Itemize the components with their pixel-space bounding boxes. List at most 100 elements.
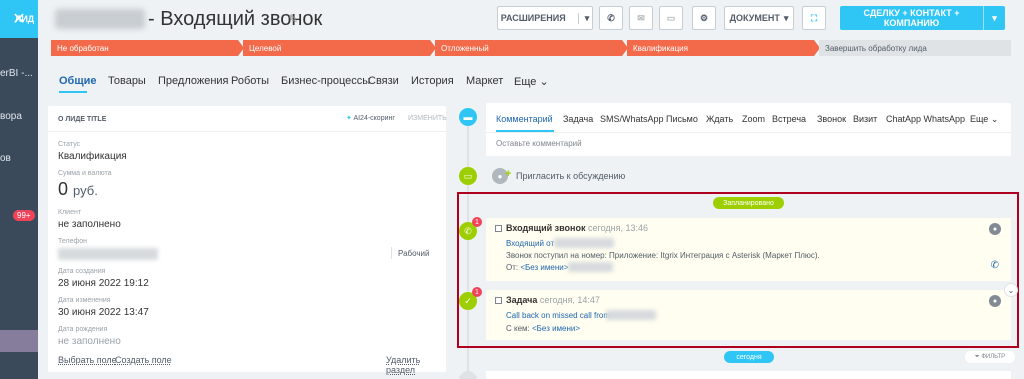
call-title: Входящий звонок сегодня, 13:46 [506, 223, 648, 233]
edit-title-icon[interactable]: ✎ [288, 12, 298, 26]
extensions-label: РАСШИРЕНИЯ [500, 13, 566, 23]
stage-postponed[interactable]: Отложенный [435, 40, 628, 56]
task-checkbox[interactable] [495, 297, 502, 304]
phone-type: Рабочий [398, 249, 430, 258]
phone-icon[interactable]: ✆ [991, 260, 999, 271]
invite-discussion-link[interactable]: Пригласить к обсуждению [516, 171, 625, 181]
chat-icon: ▭ [666, 12, 676, 23]
timeline-item-icon [459, 371, 477, 379]
tab-offers[interactable]: Предложения [158, 75, 229, 87]
task-title: Задача сегодня, 14:47 [506, 295, 600, 305]
call-from-line: Входящий от [506, 239, 554, 248]
editor-tab-comment[interactable]: Комментарий [496, 114, 553, 124]
mail-button[interactable]: ✉ [629, 6, 653, 30]
comment-input[interactable]: Оставьте комментарий [496, 139, 582, 148]
stage-label: Целевой [249, 43, 282, 53]
task-with-line: С кем: <Без имени> [506, 324, 580, 333]
rail-counter-badge: 99+ [13, 210, 35, 221]
modified-label: Дата изменения [58, 297, 111, 304]
call-contact-line: От: <Без имени> [506, 263, 568, 272]
rail-selected-item[interactable] [0, 330, 38, 352]
status-value: Квалификация [58, 151, 127, 162]
phone-button[interactable]: ✆ [599, 6, 623, 30]
rail-top-label: ЛИД [15, 14, 35, 24]
modified-value: 30 июня 2022 13:47 [58, 307, 149, 318]
call-contact-label: От: [506, 263, 519, 272]
create-deal-button[interactable]: СДЕЛКУ + КОНТАКТ + КОМПАНИЮ ▾ [840, 6, 1005, 30]
task-title-text: Задача [506, 295, 538, 305]
fullscreen-icon: ⛶ [810, 12, 818, 23]
tab-more[interactable]: Еще ⌄ [514, 75, 549, 88]
stage-finish[interactable]: Завершить обработку лида [819, 40, 1011, 56]
create-deal-label: СДЕЛКУ + КОНТАКТ + КОМПАНИЮ [863, 8, 960, 28]
fullscreen-button[interactable]: ⛶ [802, 6, 826, 30]
stage-label: Завершить обработку лида [825, 43, 927, 53]
today-label: сегодня [724, 351, 774, 363]
editor-tab-email[interactable]: Письмо [666, 114, 698, 124]
editor-tab-zoom[interactable]: Zoom [742, 114, 765, 124]
editor-tab-visit[interactable]: Визит [853, 114, 877, 124]
chevron-down-icon[interactable]: ⌄ [1004, 283, 1018, 297]
divider [391, 247, 392, 259]
tab-more-label: Еще [514, 76, 537, 88]
tab-products[interactable]: Товары [108, 75, 146, 87]
divider [48, 131, 446, 132]
call-from-prefix[interactable]: Входящий от [506, 239, 554, 248]
tab-history[interactable]: История [411, 75, 454, 87]
filter-label: ФИЛЬТР [981, 354, 1006, 360]
rail-text-1[interactable]: erBI -... [0, 68, 33, 79]
tab-links[interactable]: Связи [368, 75, 399, 87]
tab-business-processes[interactable]: Бизнес-процессы [281, 75, 370, 87]
call-title-text: Входящий звонок [506, 223, 586, 233]
editor-tab-call[interactable]: Звонок [817, 114, 846, 124]
phone-value-blurred [58, 248, 158, 260]
sum-currency: руб. [73, 183, 98, 198]
document-button[interactable]: ДОКУМЕНТ ▾ [724, 6, 794, 30]
timeline-next-card [486, 371, 1011, 379]
chat-button[interactable]: ▭ [659, 6, 683, 30]
tab-general[interactable]: Общие [59, 75, 97, 87]
call-contact-blurred [568, 262, 613, 272]
editor-tab-task[interactable]: Задача [563, 114, 593, 124]
rail-text-2[interactable]: вора [0, 111, 22, 122]
filter-button[interactable]: ⏷ ФИЛЬТР [965, 351, 1015, 363]
tab-robots[interactable]: Роботы [231, 75, 269, 87]
stage-new[interactable]: Не обработан [51, 40, 244, 56]
stage-qualification[interactable]: Квалификация [627, 40, 820, 56]
chevron-down-icon: ▾ [783, 12, 789, 23]
chevron-down-icon: ⌄ [990, 114, 999, 124]
tab-underline [59, 91, 87, 93]
stage-label: Не обработан [57, 43, 109, 53]
created-label: Дата создания [58, 268, 106, 275]
editor-tab-meeting[interactable]: Встреча [772, 114, 806, 124]
editor-tab-more[interactable]: Еще ⌄ [970, 114, 998, 125]
chat-bubble-icon: ▭ [459, 167, 477, 185]
stage-target[interactable]: Целевой [243, 40, 436, 56]
ai-scoring-link[interactable]: ✦ AI24-скоринг [346, 114, 395, 122]
call-time: сегодня, 13:46 [588, 223, 649, 233]
extensions-button[interactable]: РАСШИРЕНИЯ ▾ [497, 6, 593, 30]
create-field-link[interactable]: Создать поле [115, 355, 172, 365]
editor-tab-sms[interactable]: SMS/WhatsApp [600, 114, 664, 124]
rail-text-3[interactable]: ов [0, 153, 11, 164]
ai-icon: ✦ [346, 115, 352, 122]
settings-button[interactable]: ⚙ [692, 6, 716, 30]
delete-section-link[interactable]: Удалить раздел [386, 355, 446, 375]
chevron-down-icon: ▾ [577, 12, 589, 24]
edit-panel-link[interactable]: ИЗМЕНИТЬ [408, 115, 447, 122]
stage-label: Отложенный [441, 43, 489, 53]
select-field-link[interactable]: Выбрать поле [58, 355, 117, 365]
user-avatar-icon[interactable]: ● [989, 295, 1001, 307]
panel-title: О ЛИДЕ TITLE [58, 116, 107, 123]
call-checkbox[interactable] [495, 225, 502, 232]
tab-market[interactable]: Маркет [466, 75, 503, 87]
chevron-down-icon[interactable]: ▾ [983, 6, 1005, 30]
birth-label: Дата рождения [58, 326, 108, 333]
document-label: ДОКУМЕНТ [729, 13, 780, 23]
call-contact-name[interactable]: <Без имени> [520, 263, 568, 272]
task-description-text[interactable]: Call back on missed call from [506, 311, 610, 320]
task-with-name[interactable]: <Без имени> [532, 324, 580, 333]
editor-tab-chatapp[interactable]: ChatApp WhatsApp [886, 114, 965, 124]
user-avatar-icon[interactable]: ● [989, 223, 1001, 235]
editor-tab-wait[interactable]: Ждать [706, 114, 733, 124]
